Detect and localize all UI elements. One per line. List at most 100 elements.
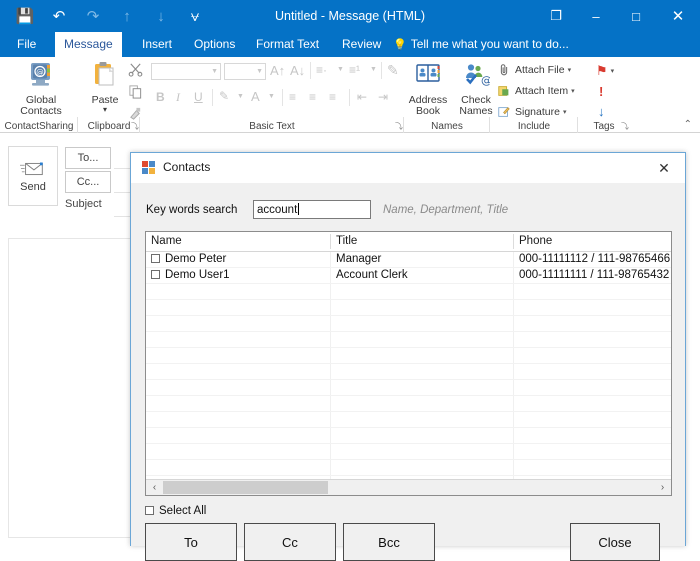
row-checkbox[interactable] bbox=[151, 270, 160, 279]
increase-indent-icon[interactable]: ⇥ bbox=[378, 91, 388, 103]
table-row[interactable] bbox=[146, 412, 671, 428]
table-row[interactable] bbox=[146, 364, 671, 380]
scrollbar-thumb[interactable] bbox=[163, 481, 328, 494]
format-painter-button[interactable] bbox=[128, 106, 147, 121]
bullets-caret-icon[interactable]: ▼ bbox=[337, 66, 344, 73]
table-row[interactable] bbox=[146, 444, 671, 460]
dialog-to-button[interactable]: To bbox=[145, 523, 237, 561]
chevron-down-icon[interactable]: ▾ bbox=[611, 67, 615, 75]
table-row[interactable] bbox=[146, 284, 671, 300]
table-row[interactable] bbox=[146, 332, 671, 348]
scroll-left-button[interactable]: ‹ bbox=[146, 480, 163, 495]
tab-message[interactable]: Message bbox=[55, 32, 122, 57]
decrease-indent-icon[interactable]: ⇤ bbox=[357, 91, 367, 103]
italic-button[interactable]: I bbox=[176, 91, 180, 103]
cc-field-button[interactable]: Cc... bbox=[65, 171, 111, 193]
font-size-combobox[interactable]: ▼ bbox=[224, 63, 266, 80]
table-cell-name bbox=[146, 284, 331, 299]
clear-formatting-icon[interactable]: ✎ bbox=[387, 63, 399, 77]
select-all-checkbox[interactable]: Select All bbox=[145, 505, 206, 517]
low-importance-button[interactable]: ↓ bbox=[598, 104, 605, 119]
table-row[interactable] bbox=[146, 396, 671, 412]
contact-title: Manager bbox=[336, 253, 382, 265]
font-name-combobox[interactable]: ▼ bbox=[151, 63, 221, 80]
text-highlight-icon[interactable]: ✎ bbox=[219, 90, 229, 102]
minimize-button[interactable]: – bbox=[576, 0, 616, 32]
chevron-down-icon[interactable]: ▾ bbox=[571, 87, 575, 95]
check-names-button[interactable]: @ Check Names bbox=[453, 61, 499, 118]
maximize-button[interactable]: □ bbox=[616, 0, 656, 32]
address-book-button[interactable]: Address Book bbox=[405, 61, 451, 118]
table-cell-title bbox=[331, 444, 514, 459]
high-importance-button[interactable]: ! bbox=[599, 84, 603, 99]
table-row[interactable] bbox=[146, 316, 671, 332]
lightbulb-icon: 💡 bbox=[393, 39, 407, 51]
table-row[interactable] bbox=[146, 300, 671, 316]
scroll-right-button[interactable]: › bbox=[654, 480, 671, 495]
chevron-down-icon[interactable]: ▾ bbox=[568, 66, 572, 74]
tab-options[interactable]: Options bbox=[185, 32, 244, 57]
table-row[interactable] bbox=[146, 380, 671, 396]
table-row[interactable] bbox=[146, 460, 671, 476]
collapse-ribbon-button[interactable]: ⌃ bbox=[684, 119, 692, 130]
dialog-close-button[interactable]: ✕ bbox=[647, 156, 681, 180]
tell-me-box[interactable]: 💡 Tell me what you want to do... bbox=[393, 32, 569, 57]
column-header-phone[interactable]: Phone bbox=[514, 232, 671, 251]
keyword-search-input[interactable]: account bbox=[253, 200, 371, 219]
column-header-title[interactable]: Title bbox=[331, 232, 514, 251]
font-color-icon[interactable]: A bbox=[251, 90, 260, 103]
dialog-cc-button[interactable]: Cc bbox=[244, 523, 336, 561]
dialog-launcher-icon[interactable]: ⤵ bbox=[131, 122, 139, 132]
align-left-icon[interactable]: ≡ bbox=[289, 91, 296, 103]
close-button[interactable]: ✕ bbox=[656, 0, 700, 32]
numbering-caret-icon[interactable]: ▼ bbox=[370, 66, 377, 73]
exclamation-icon: ! bbox=[599, 84, 604, 99]
underline-button[interactable]: U bbox=[194, 91, 203, 103]
follow-up-flag-button[interactable]: ⚑ ▾ bbox=[596, 63, 614, 79]
horizontal-scrollbar[interactable]: ‹ › bbox=[146, 479, 671, 495]
dialog-launcher-icon[interactable]: ⤵ bbox=[621, 122, 629, 132]
table-cell-title bbox=[331, 364, 514, 379]
align-right-icon[interactable]: ≡ bbox=[329, 91, 336, 103]
table-row[interactable]: Demo Peter Manager 000-11111112 / 111-9876… bbox=[146, 252, 671, 268]
contacts-grid[interactable]: Name Title Phone Demo Peter Manager 000-1111… bbox=[145, 231, 672, 496]
dialog-launcher-icon[interactable]: ⤵ bbox=[395, 122, 403, 132]
paste-button[interactable]: Paste ▾ bbox=[83, 61, 127, 114]
table-cell-name: Demo Peter bbox=[146, 252, 331, 267]
flag-icon: ⚑ bbox=[596, 63, 608, 78]
table-row[interactable] bbox=[146, 348, 671, 364]
attach-item-button[interactable]: Attach Item ▾ bbox=[497, 84, 575, 98]
table-cell-name bbox=[146, 300, 331, 315]
row-checkbox[interactable] bbox=[151, 254, 160, 263]
highlight-caret-icon[interactable]: ▼ bbox=[237, 93, 244, 100]
chevron-down-icon[interactable]: ▾ bbox=[563, 108, 567, 116]
font-color-caret-icon[interactable]: ▼ bbox=[268, 93, 275, 100]
align-center-icon[interactable]: ≡ bbox=[309, 91, 316, 103]
dialog-bcc-button[interactable]: Bcc bbox=[343, 523, 435, 561]
numbering-icon[interactable]: ≡¹ bbox=[349, 64, 360, 76]
to-field-button[interactable]: To... bbox=[65, 147, 111, 169]
tab-format-text[interactable]: Format Text bbox=[247, 32, 328, 57]
send-label: Send bbox=[20, 180, 46, 193]
table-cell-title bbox=[331, 396, 514, 411]
shrink-font-icon[interactable]: A↓ bbox=[290, 64, 305, 77]
attach-file-button[interactable]: Attach File ▾ bbox=[497, 63, 571, 77]
cut-button[interactable] bbox=[128, 62, 147, 77]
table-cell-title bbox=[331, 332, 514, 347]
table-row[interactable]: Demo User1 Account Clerk 000-11111111 / 11… bbox=[146, 268, 671, 284]
tab-insert[interactable]: Insert bbox=[133, 32, 181, 57]
bold-button[interactable]: B bbox=[156, 91, 165, 103]
column-header-name[interactable]: Name bbox=[146, 232, 331, 251]
ribbon-display-options-button[interactable]: ❐ bbox=[536, 0, 576, 32]
global-contacts-button[interactable]: @ Global Contacts bbox=[10, 61, 72, 118]
dialog-close-button[interactable]: Close bbox=[570, 523, 660, 561]
tab-file[interactable]: File bbox=[8, 32, 45, 57]
copy-button[interactable] bbox=[128, 84, 147, 99]
grow-font-icon[interactable]: A↑ bbox=[270, 64, 285, 77]
paste-dropdown-caret[interactable]: ▾ bbox=[103, 106, 107, 114]
table-row[interactable] bbox=[146, 428, 671, 444]
tab-review[interactable]: Review bbox=[333, 32, 390, 57]
send-button[interactable]: Send bbox=[8, 146, 58, 206]
bullets-icon[interactable]: ≡· bbox=[316, 64, 327, 76]
signature-button[interactable]: Signature ▾ bbox=[497, 105, 566, 119]
